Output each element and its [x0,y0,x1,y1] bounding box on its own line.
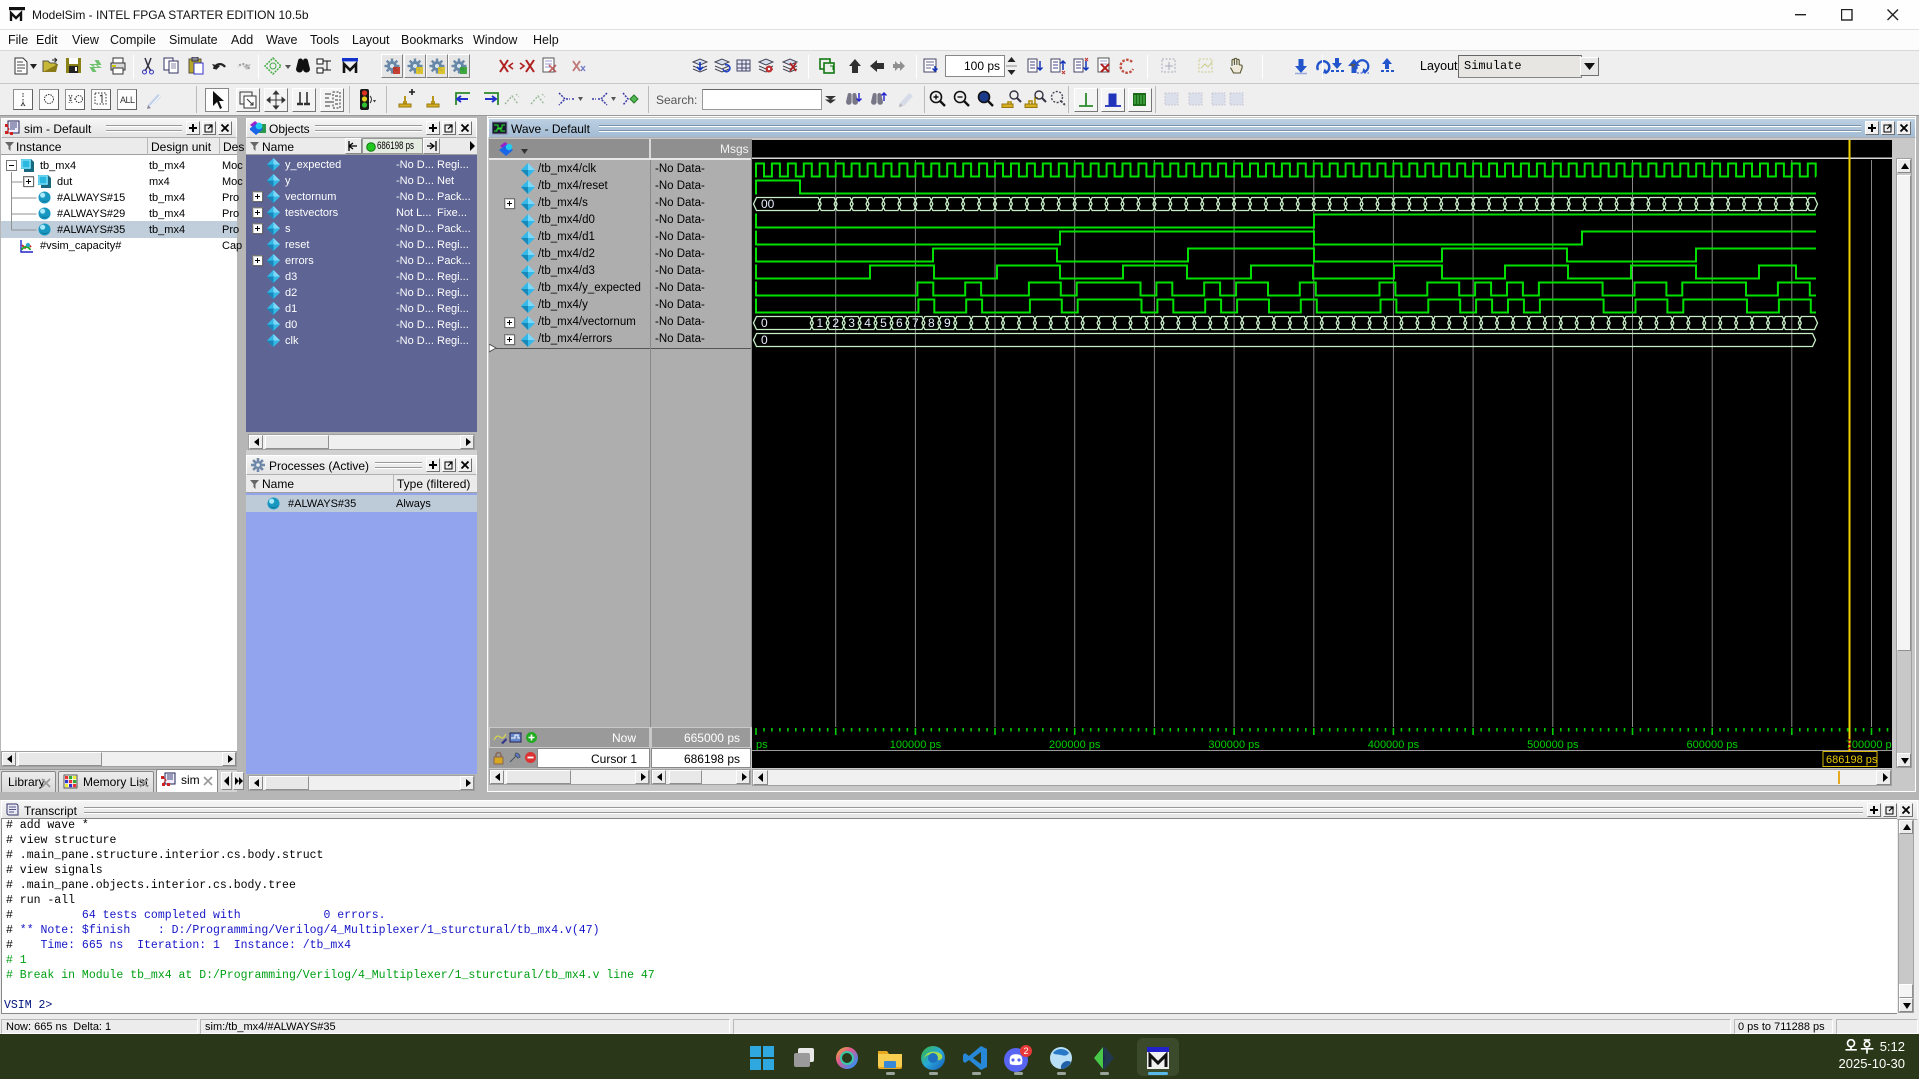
svg-text:4: 4 [864,316,871,330]
svg-text:00: 00 [761,197,775,211]
svg-text:3: 3 [848,316,855,330]
svg-text:686198 ps: 686198 ps [1826,754,1878,766]
svg-text:300000 ps: 300000 ps [1208,739,1260,751]
svg-text:500000 ps: 500000 ps [1527,739,1579,751]
svg-text:ps: ps [756,739,768,751]
svg-text:1: 1 [816,316,823,330]
svg-text:7: 7 [912,316,919,330]
svg-text:600000 ps: 600000 ps [1687,739,1739,751]
svg-text:5: 5 [880,316,887,330]
svg-text:200000 ps: 200000 ps [1049,739,1101,751]
svg-text:2: 2 [1023,1046,1028,1056]
svg-text:700000 ps: 700000 ps [1846,739,1892,751]
svg-text:8: 8 [928,316,935,330]
svg-text:9: 9 [944,316,951,330]
svg-text:100000 ps: 100000 ps [890,739,942,751]
svg-text:0: 0 [761,316,768,330]
svg-text:2: 2 [832,316,839,330]
svg-text:ALL: ALL [120,95,135,105]
svg-text:0: 0 [761,333,768,347]
svg-text:400000 ps: 400000 ps [1368,739,1420,751]
svg-text:6: 6 [896,316,903,330]
